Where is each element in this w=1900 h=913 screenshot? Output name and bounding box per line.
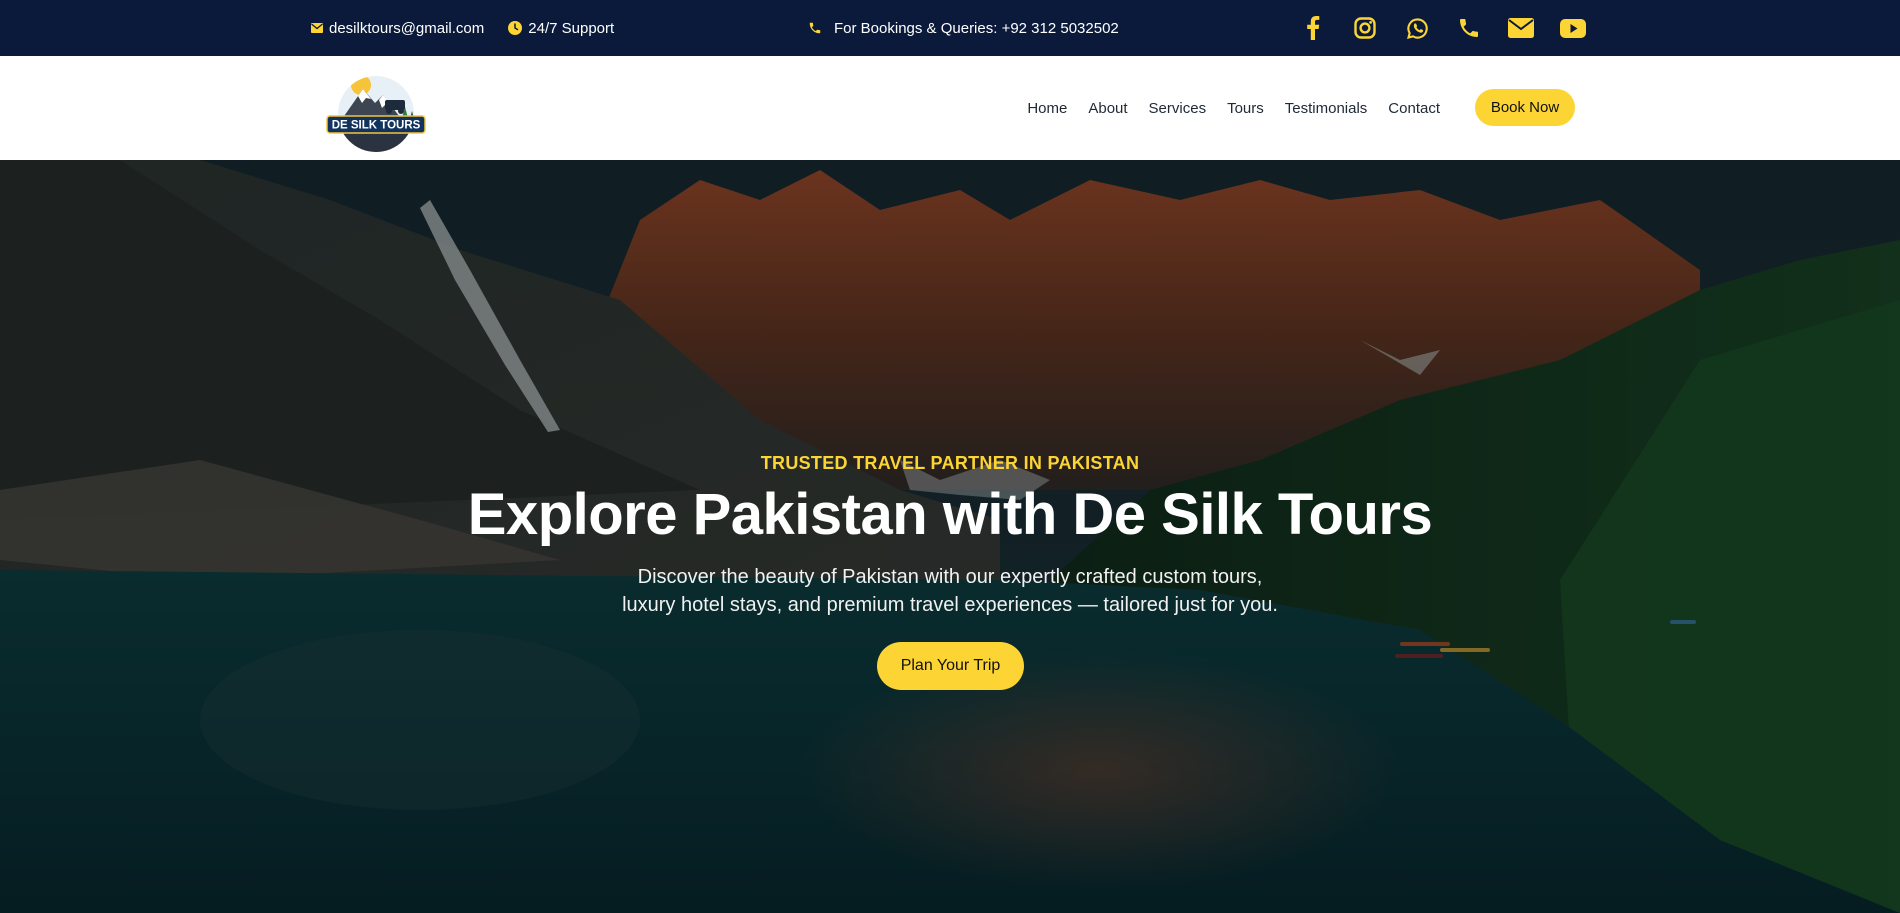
hero-section: TRUSTED TRAVEL PARTNER IN PAKISTAN Explo… (0, 160, 1900, 913)
nav-item-contact[interactable]: Contact (1388, 100, 1440, 117)
hero-title: Explore Pakistan with De Silk Tours (467, 482, 1433, 547)
nav-item-about[interactable]: About (1088, 100, 1127, 117)
top-bar: desilktours@gmail.com 24/7 Support For B… (0, 0, 1900, 56)
nav-item-tours[interactable]: Tours (1227, 100, 1264, 117)
mail-link[interactable] (1505, 12, 1537, 44)
main-navbar: DE SILK TOURS Home About Services Tours … (0, 56, 1900, 160)
whatsapp-icon (1406, 17, 1428, 39)
instagram-link[interactable] (1349, 12, 1381, 44)
youtube-icon (1560, 18, 1586, 38)
email-contact[interactable]: desilktours@gmail.com (311, 20, 484, 37)
book-now-button[interactable]: Book Now (1475, 89, 1575, 126)
facebook-icon (1307, 16, 1320, 40)
nav-item-testimonials[interactable]: Testimonials (1285, 100, 1368, 117)
youtube-link[interactable] (1557, 12, 1589, 44)
mail-icon (311, 23, 323, 33)
social-links (1297, 12, 1589, 44)
whatsapp-link[interactable] (1401, 12, 1433, 44)
facebook-link[interactable] (1297, 12, 1329, 44)
bookings-text: For Bookings & Queries: +92 312 5032502 (834, 19, 1119, 37)
nav-item-services[interactable]: Services (1149, 100, 1207, 117)
nav-item-home[interactable]: Home (1027, 100, 1067, 117)
email-text: desilktours@gmail.com (329, 19, 485, 37)
logo-mark: DE SILK TOURS (326, 76, 426, 152)
bookings-info[interactable]: For Bookings & Queries: +92 312 5032502 (808, 0, 1119, 56)
phone-link[interactable] (1453, 12, 1485, 44)
phone-icon (1460, 19, 1478, 37)
support-info: 24/7 Support (508, 20, 614, 37)
support-text: 24/7 Support (528, 19, 615, 37)
primary-nav: Home About Services Tours Testimonials C… (1027, 56, 1440, 160)
hero-content: TRUSTED TRAVEL PARTNER IN PAKISTAN Explo… (0, 160, 1900, 913)
logo[interactable]: DE SILK TOURS (325, 67, 427, 153)
plan-your-trip-button[interactable]: Plan Your Trip (877, 642, 1024, 690)
hero-eyebrow: TRUSTED TRAVEL PARTNER IN PAKISTAN (760, 453, 1140, 473)
hero-subtitle-line-2: luxury hotel stays, and premium travel e… (622, 594, 1278, 616)
clock-icon (508, 21, 523, 35)
phone-icon (809, 22, 821, 34)
logo-text: DE SILK TOURS (332, 120, 421, 132)
hero-subtitle: Discover the beauty of Pakistan with our… (600, 563, 1300, 619)
hero-subtitle-line-1: Discover the beauty of Pakistan with our… (637, 566, 1263, 588)
mail-icon (1508, 18, 1534, 38)
instagram-icon (1354, 17, 1376, 39)
